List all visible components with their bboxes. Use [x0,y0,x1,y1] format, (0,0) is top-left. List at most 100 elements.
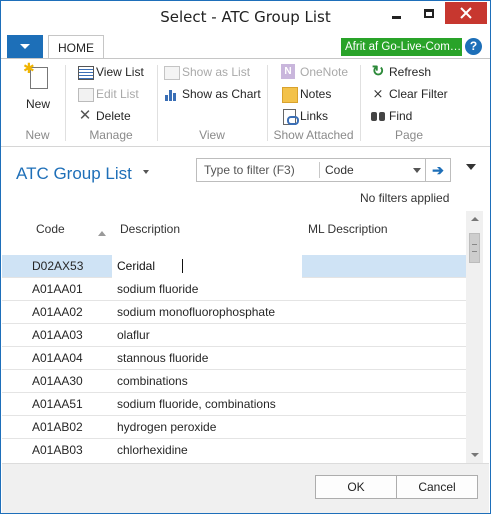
cell-description: sodium monofluorophosphate [117,305,276,319]
notes-label: Notes [300,87,332,101]
cell-code: A01AA30 [32,374,83,388]
table-row[interactable]: A01AA03 olaflur [2,324,469,347]
links-icon [281,108,299,125]
refresh-icon: ↻ [371,63,385,80]
help-icon[interactable]: ? [465,38,482,55]
onenote-icon [281,64,297,80]
table-row[interactable]: A01AA02 sodium monofluorophosphate [2,301,469,324]
group-label-view: View [199,128,225,142]
clear-filter-button[interactable]: ⨯ Clear Filter [370,84,448,104]
onenote-label: OneNote [300,65,349,79]
view-list-label: View List [96,65,144,79]
find-button[interactable]: Find [370,106,412,126]
vertical-scrollbar[interactable] [466,211,483,463]
tab-home[interactable]: HOME [48,35,104,60]
group-label-page: Page [394,128,424,142]
chevron-down-icon[interactable] [143,170,149,174]
onenote-button[interactable]: OneNote [281,62,348,82]
table-row[interactable]: A01AA51 sodium fluoride, combinations [2,393,469,416]
group-label-manage: Manage [89,128,133,142]
ribbon-group-manage: View List Edit List ✕ Delete Manage [65,59,157,145]
table-row[interactable]: A01AB03 chlorhexidine [2,439,469,461]
table-row[interactable]: D02AX53 Ceridal [2,255,469,278]
ribbon: ✱ New New View List Edit List ✕ Delete M… [1,58,490,147]
delete-x-icon: ✕ [78,107,92,124]
dialog-footer: OK Cancel [2,463,489,513]
sort-ascending-icon [98,231,106,236]
ribbon-group-new: ✱ New New [1,59,74,145]
page-title[interactable]: ATC Group List [16,164,132,184]
column-header-description[interactable]: Description [120,222,180,236]
cell-code: A01AA51 [32,397,83,411]
cell-description: hydrogen peroxide [117,420,217,434]
links-button[interactable]: Links [281,106,328,126]
chevron-down-icon [20,44,30,49]
chart-icon [163,86,179,102]
delete-label: Delete [96,109,131,123]
cell-code: A01AA01 [32,282,83,296]
arrow-right-icon: ➔ [432,162,444,178]
filter-field-select[interactable]: Code [325,163,354,177]
cell-code: A01AA04 [32,351,83,365]
ribbon-group-page: ↻ Refresh ⨯ Clear Filter Find Page [360,59,458,145]
filter-input[interactable] [197,159,318,181]
find-label: Find [389,109,413,123]
cell-description[interactable]: Ceridal [117,259,155,273]
cancel-button[interactable]: Cancel [396,475,478,499]
cell-description: olaflur [117,328,150,342]
group-label-new: New [25,128,50,142]
table-row[interactable]: A01AA30 combinations [2,370,469,393]
clear-filter-label: Clear Filter [389,87,448,101]
refresh-button[interactable]: ↻ Refresh [370,62,431,82]
minimize-icon [391,15,401,19]
cell-description: sodium fluoride [117,282,199,296]
column-header-ml-description[interactable]: ML Description [308,222,388,236]
application-menu-button[interactable] [7,35,43,58]
filter-status: No filters applied [360,191,450,205]
new-button-label: New [25,97,50,111]
ribbon-group-show-attached: OneNote Notes Links Show Attached [267,59,360,145]
ribbon-tab-row: HOME Afrit af Go-Live-Com… ? [1,34,490,60]
column-header-code[interactable]: Code [36,222,65,236]
table-row[interactable]: A01AB02 hydrogen peroxide [2,416,469,439]
scroll-up-icon[interactable] [471,217,479,221]
text-cursor [182,259,183,273]
table-row[interactable]: A01AA04 stannous fluoride [2,347,469,370]
filter-box: Code [196,158,426,182]
list-icon [77,64,94,80]
close-button[interactable] [445,2,487,24]
links-label: Links [300,109,329,123]
table-row[interactable]: A01AA01 sodium fluoride [2,278,469,301]
cell-description: combinations [117,374,188,388]
edit-list-button[interactable]: Edit List [77,84,139,104]
view-list-button[interactable]: View List [77,62,144,82]
filter-divider [319,162,320,178]
notes-button[interactable]: Notes [281,84,331,104]
cell-code: D02AX53 [32,259,84,273]
show-as-list-button[interactable]: Show as List [163,62,250,82]
chevron-down-icon[interactable] [413,168,421,173]
list-icon [163,64,180,80]
maximize-icon [424,8,434,18]
scroll-down-icon[interactable] [471,453,479,457]
notes-icon [281,86,298,103]
new-button[interactable]: ✱ New [15,61,61,119]
select-dialog-window: Select - ATC Group List HOME Afrit af Go… [0,0,491,514]
maximize-button[interactable] [414,2,444,24]
refresh-label: Refresh [389,65,432,79]
scrollbar-thumb[interactable] [469,233,480,263]
delete-button[interactable]: ✕ Delete [77,106,131,126]
cell-code: A01AA03 [32,328,83,342]
ribbon-group-view: Show as List Show as Chart View [157,59,267,145]
binoculars-icon [370,108,386,124]
group-label-show-attached: Show Attached [273,128,354,142]
edit-list-label: Edit List [96,87,139,101]
ok-button[interactable]: OK [315,475,397,499]
show-as-chart-button[interactable]: Show as Chart [163,84,261,104]
new-document-icon: ✱ [23,61,49,91]
company-badge[interactable]: Afrit af Go-Live-Com… [341,38,462,56]
collapse-filter-icon[interactable] [466,164,476,170]
minimize-button[interactable] [381,2,411,24]
cell-description: sodium fluoride, combinations [117,397,276,411]
apply-filter-button[interactable]: ➔ [426,158,451,182]
